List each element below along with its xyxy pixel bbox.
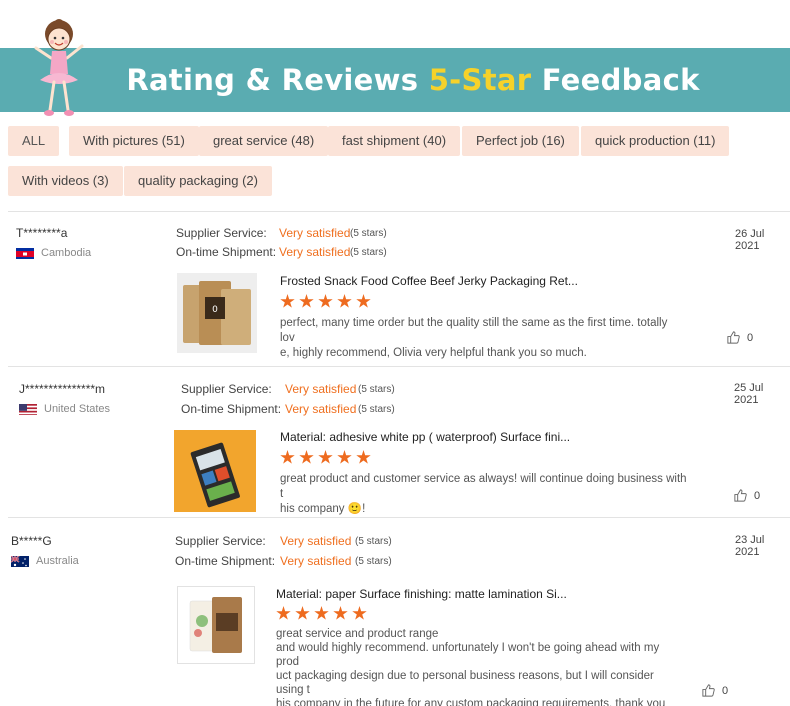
filter-quality-packaging[interactable]: quality packaging (2) xyxy=(124,166,272,196)
supplier-service-label: Supplier Service: xyxy=(181,382,272,396)
reviewer-country: Cambodia xyxy=(41,247,92,259)
star-icon xyxy=(352,606,367,620)
reviewer-name: B*****G xyxy=(11,534,52,548)
filter-fast-shipment[interactable]: fast shipment (40) xyxy=(328,126,461,156)
product-thumbnail[interactable]: 0 xyxy=(177,273,257,353)
shipment-label: On-time Shipment: xyxy=(175,554,276,568)
shipment-stars: (5 stars) xyxy=(355,556,392,567)
product-title[interactable]: Frosted Snack Food Coffee Beef Jerky Pac… xyxy=(280,274,578,288)
review-text-line: uct packaging design due to personal bus… xyxy=(276,670,654,696)
banner-title-part2: Feedback xyxy=(541,63,700,97)
like-button[interactable]: 0 xyxy=(726,330,753,345)
like-count: 0 xyxy=(754,489,761,502)
review-text: great service and product range and woul… xyxy=(276,627,666,706)
review-date: 26 Jul 2021 xyxy=(735,228,765,252)
shipment-value: Very satisfied xyxy=(280,554,352,568)
shipment-value: Very satisfied xyxy=(279,245,351,259)
product-thumbnail[interactable] xyxy=(174,430,256,512)
product-title[interactable]: Material: paper Surface finishing: matte… xyxy=(276,587,567,601)
star-icon xyxy=(337,450,352,464)
star-icon xyxy=(276,606,291,620)
divider xyxy=(8,517,790,518)
supplier-service-stars: (5 stars) xyxy=(358,384,395,395)
thumbs-up-icon xyxy=(727,331,740,344)
cambodia-flag-icon xyxy=(16,247,34,259)
review-text-line: perfect, many time order but the quality… xyxy=(280,317,668,344)
like-button[interactable]: 0 xyxy=(701,683,728,698)
star-icon xyxy=(314,606,329,620)
like-count: 0 xyxy=(722,684,729,697)
divider xyxy=(8,211,790,212)
review-text: great product and customer service as al… xyxy=(280,472,690,517)
review-date: 23 Jul 2021 xyxy=(735,534,765,558)
australia-flag-icon xyxy=(11,555,29,567)
shipment-stars: (5 stars) xyxy=(350,247,387,258)
shipment-label: On-time Shipment: xyxy=(181,402,282,416)
star-icon xyxy=(280,450,295,464)
star-icon xyxy=(299,450,314,464)
reviewer-name: T********a xyxy=(16,226,68,240)
svg-text:0: 0 xyxy=(212,305,218,315)
banner: Rating & Reviews 5-Star Feedback xyxy=(0,48,790,112)
star-icon xyxy=(356,450,371,464)
divider xyxy=(8,366,790,367)
thumbs-up-icon xyxy=(702,684,715,697)
filter-great-service[interactable]: great service (48) xyxy=(199,126,329,156)
review-text-line: e, highly recommend, Olivia very helpful… xyxy=(280,347,587,359)
thumbs-up-icon xyxy=(734,489,747,502)
shipment-label: On-time Shipment: xyxy=(176,245,277,259)
reviewer-country: United States xyxy=(44,403,111,415)
banner-title-accent: 5-Star xyxy=(428,63,532,97)
girl-mascot-illustration xyxy=(34,19,84,116)
filter-with-pictures[interactable]: With pictures (51) xyxy=(69,126,199,156)
supplier-service-label: Supplier Service: xyxy=(176,226,267,240)
rating-stars xyxy=(276,606,367,621)
product-title[interactable]: Material: adhesive white pp ( waterproof… xyxy=(280,430,570,444)
supplier-service-stars: (5 stars) xyxy=(355,536,392,547)
product-thumbnail[interactable] xyxy=(177,586,255,664)
shipment-stars: (5 stars) xyxy=(358,404,395,415)
supplier-service-value: Very satisfied xyxy=(285,382,357,396)
supplier-service-label: Supplier Service: xyxy=(175,534,266,548)
filter-perfect-job[interactable]: Perfect job (16) xyxy=(462,126,579,156)
shipment-value: Very satisfied xyxy=(285,402,357,416)
rating-stars xyxy=(280,294,371,309)
star-icon xyxy=(356,294,371,308)
star-icon xyxy=(295,606,310,620)
star-icon xyxy=(318,450,333,464)
review-text-line: his company 🙂! xyxy=(280,503,366,515)
review-date: 25 Jul 2021 xyxy=(734,382,764,406)
review-text-line: great service and product range xyxy=(276,628,439,640)
star-icon xyxy=(299,294,314,308)
filter-quick-production[interactable]: quick production (11) xyxy=(581,126,730,156)
banner-title-part1: Rating & Reviews xyxy=(126,63,419,97)
like-count: 0 xyxy=(747,331,754,344)
reviewer-country: Australia xyxy=(36,555,79,567)
banner-title: Rating & Reviews 5-Star Feedback xyxy=(0,48,790,112)
star-icon xyxy=(280,294,295,308)
rating-stars xyxy=(280,450,371,465)
star-icon xyxy=(337,294,352,308)
filter-with-videos[interactable]: With videos (3) xyxy=(8,166,123,196)
review-text: perfect, many time order but the quality… xyxy=(280,316,680,361)
supplier-service-value: Very satisfied xyxy=(279,226,351,240)
review-text-line: and would highly recommend. unfortunatel… xyxy=(276,642,660,668)
star-icon xyxy=(318,294,333,308)
review-text-line: great product and customer service as al… xyxy=(280,473,687,500)
review-text-line: his company in the future for any custom… xyxy=(276,698,666,706)
star-icon xyxy=(333,606,348,620)
filter-all[interactable]: ALL xyxy=(8,126,60,156)
like-button[interactable]: 0 xyxy=(733,488,760,503)
us-flag-icon xyxy=(19,403,37,415)
supplier-service-value: Very satisfied xyxy=(280,534,352,548)
supplier-service-stars: (5 stars) xyxy=(350,228,387,239)
reviewer-name: J***************m xyxy=(19,382,106,396)
